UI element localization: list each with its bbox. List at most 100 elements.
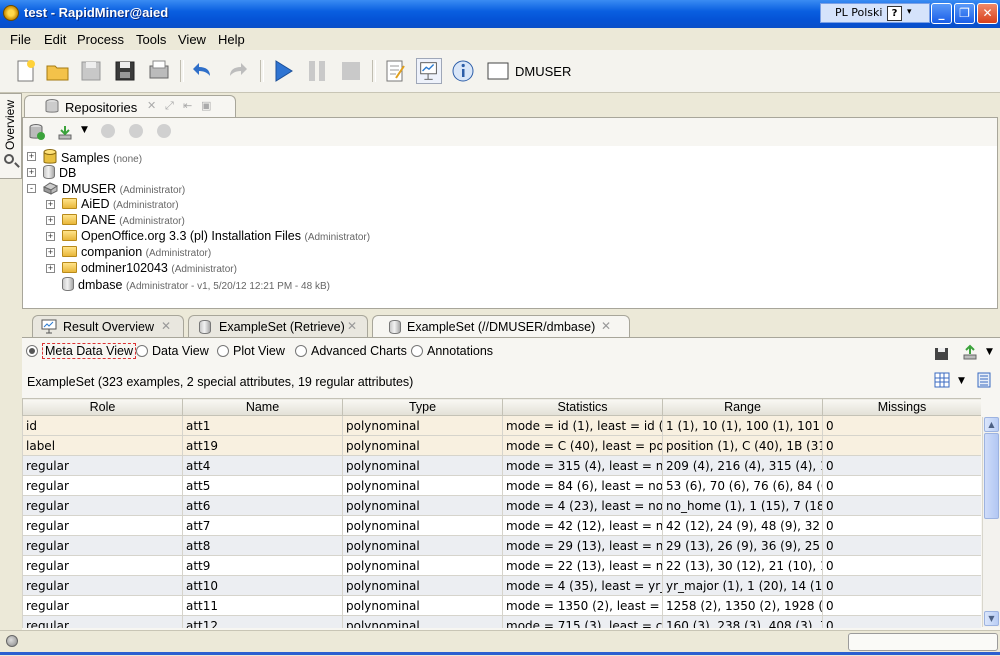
table-layout-icon[interactable] <box>934 372 950 388</box>
stop-icon[interactable] <box>338 58 364 84</box>
expand-icon[interactable]: + <box>46 264 55 273</box>
menu-view[interactable]: View <box>178 32 206 47</box>
radio-plot-view[interactable]: Plot View <box>217 344 285 358</box>
repository-box-icon[interactable] <box>485 58 511 84</box>
radio-advanced-charts[interactable]: Advanced Charts <box>295 344 407 358</box>
tab-label[interactable]: ExampleSet (//DMUSER/dmbase) <box>407 320 595 334</box>
overview-label[interactable]: Overview <box>3 98 17 150</box>
table-row[interactable]: regular att11 polynominal mode = 1350 (2), … <box>22 595 981 616</box>
minimize-button[interactable]: _ <box>931 3 952 24</box>
import-data-icon[interactable] <box>57 124 73 140</box>
radio-label[interactable]: Advanced Charts <box>311 344 407 358</box>
tab-exampleset-dmbase[interactable]: ExampleSet (//DMUSER/dmbase) ✕ <box>372 315 630 337</box>
redo-icon[interactable] <box>224 58 250 84</box>
restore-tab-icon[interactable]: ▣ <box>201 99 211 112</box>
menu-process[interactable]: Process <box>77 32 124 47</box>
save-result-icon[interactable] <box>934 345 950 361</box>
column-header-range[interactable]: Range <box>662 398 823 416</box>
table-row[interactable]: regular att5 polynominal mode = 84 (6), lea… <box>22 475 981 496</box>
collapse-icon[interactable]: - <box>27 184 36 193</box>
create-folder-icon[interactable] <box>129 124 143 138</box>
close-button[interactable]: ✕ <box>977 3 998 24</box>
column-header-missings[interactable]: Missings <box>822 398 981 416</box>
export-dropdown-icon[interactable]: ▼ <box>986 347 993 357</box>
scroll-up-icon[interactable]: ▲ <box>984 417 999 432</box>
detach-tab-icon[interactable]: ⇤ <box>183 99 192 112</box>
table-row[interactable]: regular att6 polynominal mode = 4 (23), lea… <box>22 495 981 516</box>
table-row[interactable]: regular att4 polynominal mode = 315 (4), le… <box>22 455 981 476</box>
expand-icon[interactable]: + <box>46 200 55 209</box>
undo-icon[interactable] <box>190 58 216 84</box>
info-icon[interactable] <box>450 58 476 84</box>
scroll-down-icon[interactable]: ▼ <box>984 611 999 626</box>
maximize-button[interactable]: ❐ <box>954 3 975 24</box>
magnifier-icon[interactable] <box>4 154 14 164</box>
expand-icon[interactable]: + <box>27 168 36 177</box>
run-process-icon[interactable] <box>270 58 296 84</box>
language-bar[interactable]: PL Polski ? ▾ <box>820 3 930 23</box>
language-indicator[interactable]: PL Polski <box>835 6 882 19</box>
design-perspective-icon[interactable] <box>382 58 408 84</box>
save-as-icon[interactable] <box>112 58 138 84</box>
table-row[interactable]: regular att12 polynominal mode = 715 (3), l… <box>22 615 981 628</box>
radio-icon[interactable] <box>411 345 423 357</box>
close-tab-icon[interactable]: ✕ <box>601 319 611 333</box>
table-row[interactable]: regular att7 polynominal mode = 42 (12), le… <box>22 515 981 536</box>
radio-icon[interactable] <box>136 345 148 357</box>
menu-edit[interactable]: Edit <box>44 32 66 47</box>
maximize-tab-icon[interactable]: ⤢ <box>165 99 174 113</box>
table-row[interactable]: label att19 polynominal mode = C (40), leas… <box>22 435 981 456</box>
open-folder-icon[interactable] <box>45 58 71 84</box>
column-header-role[interactable]: Role <box>22 398 183 416</box>
radio-annotations[interactable]: Annotations <box>411 344 493 358</box>
table-row[interactable]: regular att10 polynominal mode = 4 (35), le… <box>22 575 981 596</box>
print-icon[interactable] <box>146 58 172 84</box>
pause-icon[interactable] <box>304 58 330 84</box>
menu-help[interactable]: Help <box>218 32 245 47</box>
statistics-icon[interactable] <box>977 372 991 388</box>
layout-dropdown-icon[interactable]: ▼ <box>958 376 965 386</box>
tab-exampleset-retrieve[interactable]: ExampleSet (Retrieve) ✕ <box>188 315 368 337</box>
column-header-name[interactable]: Name <box>182 398 343 416</box>
overview-side-tab[interactable]: Overview <box>0 93 22 179</box>
import-dropdown-icon[interactable]: ▼ <box>81 125 88 135</box>
tab-label[interactable]: ExampleSet (Retrieve) <box>219 320 345 334</box>
column-header-statistics[interactable]: Statistics <box>502 398 663 416</box>
tab-repositories-label[interactable]: Repositories <box>65 100 137 115</box>
close-tab-icon[interactable]: ✕ <box>147 99 156 112</box>
close-tab-icon[interactable]: ✕ <box>347 319 357 333</box>
radio-selected-icon[interactable] <box>26 345 38 357</box>
language-options-icon[interactable]: ▾ <box>907 7 912 17</box>
radio-label[interactable]: Data View <box>152 344 209 358</box>
result-perspective-icon[interactable] <box>416 58 442 84</box>
menu-tools[interactable]: Tools <box>136 32 166 47</box>
help-icon[interactable]: ? <box>887 6 902 21</box>
delete-entry-icon[interactable] <box>157 124 171 138</box>
radio-label[interactable]: Meta Data View <box>42 343 137 359</box>
radio-icon[interactable] <box>295 345 307 357</box>
new-process-icon[interactable] <box>12 58 38 84</box>
table-row[interactable]: id att1 polynominal mode = id (1), least = … <box>22 415 981 436</box>
tab-repositories[interactable]: Repositories ✕ ⤢ ⇤ ▣ <box>24 95 236 117</box>
table-row[interactable]: regular att8 polynominal mode = 29 (13), le… <box>22 535 981 556</box>
save-icon[interactable] <box>78 58 104 84</box>
column-header-type[interactable]: Type <box>342 398 503 416</box>
table-row[interactable]: regular att9 polynominal mode = 22 (13), le… <box>22 555 981 576</box>
table-scrollbar[interactable]: ▲ ▼ <box>982 417 1000 627</box>
close-tab-icon[interactable]: ✕ <box>161 319 171 333</box>
radio-data-view[interactable]: Data View <box>136 344 209 358</box>
radio-meta-data-view[interactable]: Meta Data View <box>26 343 137 359</box>
tab-label[interactable]: Result Overview <box>63 320 154 334</box>
radio-label[interactable]: Plot View <box>233 344 285 358</box>
tab-result-overview[interactable]: Result Overview ✕ <box>32 315 184 337</box>
radio-label[interactable]: Annotations <box>427 344 493 358</box>
expand-icon[interactable]: + <box>27 152 36 161</box>
add-repository-icon[interactable] <box>29 124 45 140</box>
export-icon[interactable] <box>962 344 978 360</box>
expand-icon[interactable]: + <box>46 232 55 241</box>
expand-icon[interactable]: + <box>46 248 55 257</box>
refresh-icon[interactable] <box>101 124 115 138</box>
scroll-thumb[interactable] <box>984 433 999 519</box>
menu-file[interactable]: File <box>10 32 31 47</box>
expand-icon[interactable]: + <box>46 216 55 225</box>
